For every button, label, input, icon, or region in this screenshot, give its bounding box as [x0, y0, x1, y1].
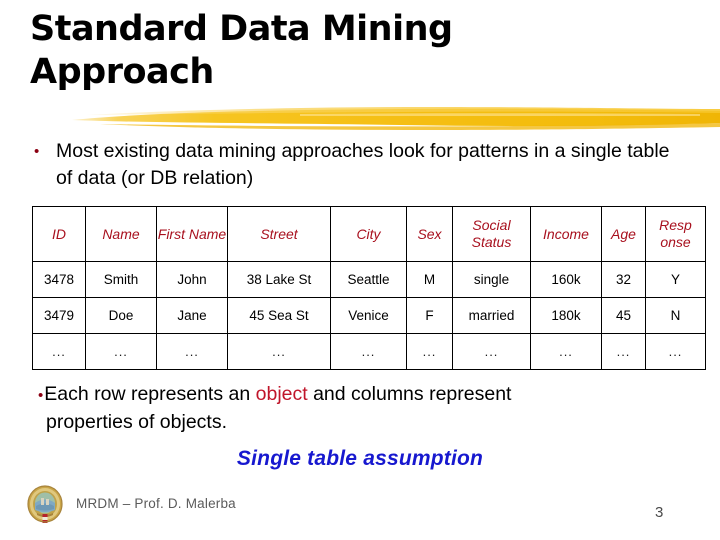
table-header-row: ID Name First Name Street City Sex Socia… [32, 206, 706, 262]
cell-first-name: Jane [156, 297, 228, 334]
title-underline-brushstroke [72, 107, 720, 130]
cell-id: 3478 [32, 261, 86, 298]
cell-social-status: ... [452, 333, 531, 370]
column-header-age: Age [601, 206, 646, 262]
bullet-marker-icon: • [34, 143, 40, 160]
cell-age: 32 [601, 261, 646, 298]
emphasis-text: Single table assumption [236, 447, 484, 470]
table-row: 3479 Doe Jane 45 Sea St Venice F married… [32, 297, 706, 334]
bullet-item-1-text: Most existing data mining approaches loo… [56, 140, 670, 189]
cell-income: 160k [530, 261, 602, 298]
cell-social-status: married [452, 297, 531, 334]
bullet-item-2-text-part2: and columns represent [307, 383, 512, 405]
cell-city: Venice [330, 297, 407, 334]
bullet-item-2-text-part1: Each row represents an [44, 383, 256, 405]
cell-id: ... [32, 333, 86, 370]
bullet-item-1: • Most existing data mining approaches lo… [34, 138, 704, 192]
single-table-example: ID Name First Name Street City Sex Socia… [32, 206, 706, 370]
cell-first-name: ... [156, 333, 228, 370]
bullet-marker-icon: • [38, 387, 44, 404]
cell-name: ... [85, 333, 157, 370]
cell-city: ... [330, 333, 407, 370]
footer-attribution: MRDM – Prof. D. Malerba [76, 496, 236, 511]
column-header-first-name: First Name [156, 206, 228, 262]
cell-first-name: John [156, 261, 228, 298]
cell-income: ... [530, 333, 602, 370]
cell-sex: F [406, 297, 453, 334]
cell-name: Doe [85, 297, 157, 334]
cell-social-status: single [452, 261, 531, 298]
cell-age: ... [601, 333, 646, 370]
cell-response: Y [645, 261, 706, 298]
table-row: ... ... ... ... ... ... ... ... ... ... [32, 333, 706, 370]
university-crest-logo [27, 485, 63, 523]
bullet-item-2-text-line2: properties of objects. [46, 411, 228, 433]
cell-name: Smith [85, 261, 157, 298]
cell-id: 3479 [32, 297, 86, 334]
cell-sex: M [406, 261, 453, 298]
table-row: 3478 Smith John 38 Lake St Seattle M sin… [32, 261, 706, 298]
cell-street: ... [227, 333, 331, 370]
cell-street: 38 Lake St [227, 261, 331, 298]
bullet-item-2-highlight: object [255, 383, 308, 405]
column-header-social-status: Social Status [452, 206, 531, 262]
cell-income: 180k [530, 297, 602, 334]
cell-response: ... [645, 333, 706, 370]
data-table: ID Name First Name Street City Sex Socia… [32, 206, 706, 370]
page-title: Standard Data Mining Approach [30, 9, 453, 92]
page-number: 3 [655, 504, 664, 521]
column-header-name: Name [85, 206, 157, 262]
cell-response: N [645, 297, 706, 334]
column-header-sex: Sex [406, 206, 453, 262]
cell-age: 45 [601, 297, 646, 334]
cell-city: Seattle [330, 261, 407, 298]
column-header-city: City [330, 206, 407, 262]
cell-street: 45 Sea St [227, 297, 331, 334]
column-header-street: Street [227, 206, 331, 262]
column-header-response: Resp onse [645, 206, 706, 262]
column-header-id: ID [32, 206, 86, 262]
bullet-item-2: •Each row represents an object and colum… [38, 381, 698, 435]
column-header-income: Income [530, 206, 602, 262]
cell-sex: ... [406, 333, 453, 370]
